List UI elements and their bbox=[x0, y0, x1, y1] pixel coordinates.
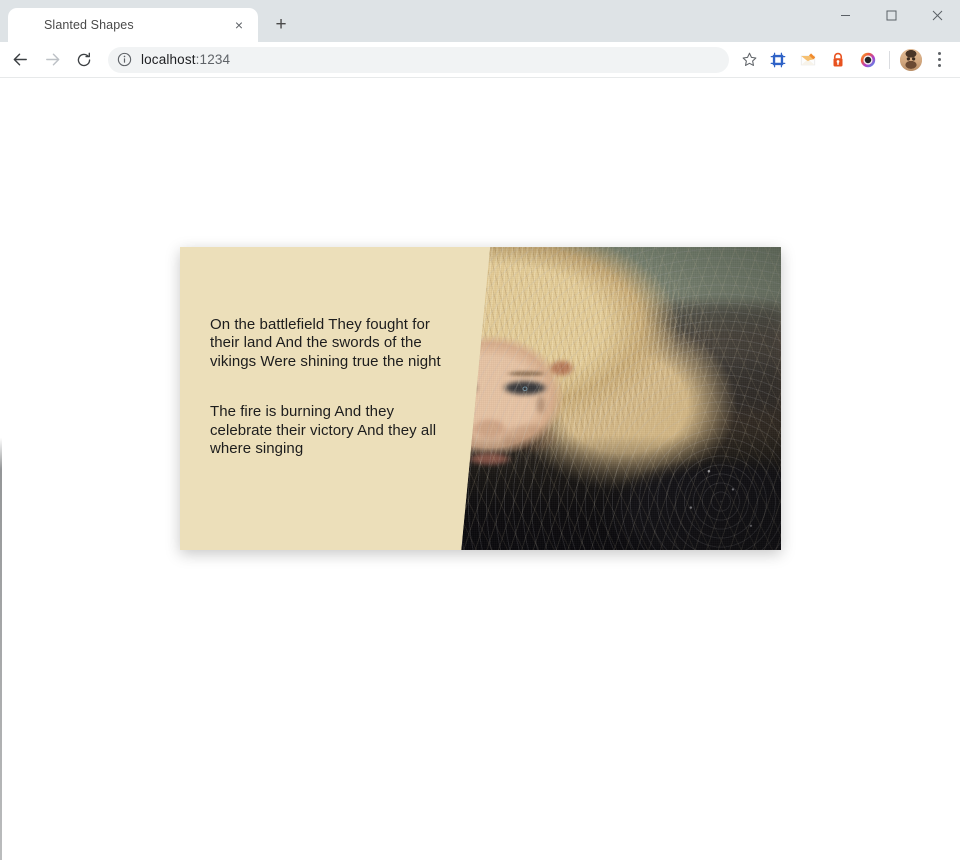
card-paragraph-2: The fire is burning And they celebrate t… bbox=[210, 403, 442, 458]
kebab-dot bbox=[938, 64, 941, 67]
card-paragraph-1: On the battlefield They fought for their… bbox=[210, 316, 442, 371]
avatar[interactable] bbox=[900, 49, 922, 71]
artboard-frame-icon[interactable] bbox=[764, 46, 792, 74]
page-viewport: On the battlefield They fought for their… bbox=[0, 78, 960, 860]
chrome-menu-icon[interactable] bbox=[926, 46, 952, 74]
avatar-face-image bbox=[900, 49, 922, 71]
url-port: :1234 bbox=[196, 52, 231, 67]
url-host: localhost bbox=[141, 52, 196, 67]
new-tab-button[interactable]: + bbox=[266, 10, 296, 40]
window-controls bbox=[822, 0, 960, 42]
card-copy: On the battlefield They fought for their… bbox=[210, 316, 442, 458]
pencil-envelope-icon[interactable] bbox=[794, 46, 822, 74]
tab-title: Slanted Shapes bbox=[44, 18, 228, 32]
kebab-dot bbox=[938, 58, 941, 61]
lock-vault-icon[interactable] bbox=[824, 46, 852, 74]
minimize-icon[interactable] bbox=[822, 0, 868, 30]
info-circle-icon[interactable] bbox=[116, 51, 133, 68]
close-window-icon[interactable] bbox=[914, 0, 960, 30]
browser-toolbar: localhost:1234 bbox=[0, 42, 960, 78]
reload-icon[interactable] bbox=[68, 44, 100, 76]
title-bar: Slanted Shapes × + bbox=[0, 0, 960, 42]
bookmark-star-icon[interactable] bbox=[735, 46, 763, 74]
url-text[interactable]: localhost:1234 bbox=[141, 52, 719, 67]
tab-slanted-shapes[interactable]: Slanted Shapes × bbox=[8, 8, 258, 42]
window-edge bbox=[0, 78, 2, 860]
address-bar[interactable]: localhost:1234 bbox=[108, 47, 729, 73]
browser-window: Slanted Shapes × + bbox=[0, 0, 960, 860]
back-icon[interactable] bbox=[4, 44, 36, 76]
toolbar-divider bbox=[889, 51, 890, 69]
maximize-icon[interactable] bbox=[868, 0, 914, 30]
close-icon[interactable]: × bbox=[228, 14, 250, 36]
slanted-card: On the battlefield They fought for their… bbox=[180, 247, 781, 550]
camera-ring-icon[interactable] bbox=[854, 46, 882, 74]
tab-strip: Slanted Shapes × + bbox=[0, 0, 822, 42]
kebab-dot bbox=[938, 52, 941, 55]
forward-icon[interactable] bbox=[36, 44, 68, 76]
